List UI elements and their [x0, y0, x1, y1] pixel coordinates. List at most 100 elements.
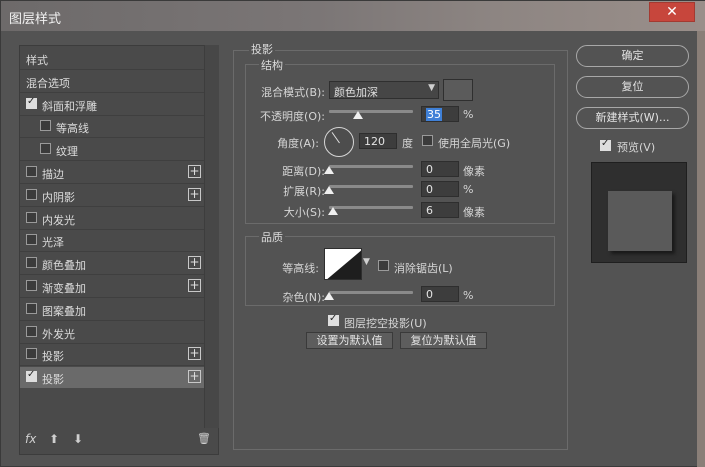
- distance-slider-thumb[interactable]: [324, 166, 334, 174]
- style-item-label: 内阴影: [42, 190, 75, 204]
- antialias-checkbox[interactable]: [378, 260, 389, 271]
- style-item-checkbox[interactable]: [26, 211, 37, 223]
- style-item-label: 纹理: [56, 145, 78, 159]
- style-list-item[interactable]: 外发光: [20, 322, 204, 343]
- contour-preview[interactable]: [324, 248, 362, 280]
- spread-slider[interactable]: [329, 185, 413, 188]
- style-item-checkbox[interactable]: [26, 188, 37, 200]
- style-list-item[interactable]: 投影 +: [20, 367, 204, 389]
- spread-input[interactable]: 0: [421, 181, 459, 197]
- move-up-icon[interactable]: ⬆: [49, 432, 59, 446]
- distance-label: 距离(D):: [282, 165, 325, 178]
- angle-dial[interactable]: [324, 127, 354, 157]
- style-item-checkbox[interactable]: [40, 120, 51, 132]
- noise-slider[interactable]: [329, 291, 413, 294]
- add-effect-icon[interactable]: +: [188, 347, 201, 361]
- size-slider[interactable]: [329, 206, 413, 209]
- antialias-label: 消除锯齿(L): [394, 262, 453, 275]
- opacity-slider[interactable]: [329, 110, 413, 113]
- add-effect-icon[interactable]: +: [188, 256, 201, 270]
- new-style-button[interactable]: 新建样式(W)...: [576, 107, 689, 129]
- style-list-toolbar: fx ⬆ ⬇ 🗑: [19, 429, 219, 453]
- style-list-item[interactable]: 投影 +: [20, 344, 204, 365]
- angle-value: 120: [364, 135, 385, 148]
- contour-label: 等高线:: [282, 262, 319, 275]
- style-item-checkbox[interactable]: [26, 234, 37, 246]
- style-item-checkbox[interactable]: [26, 280, 37, 291]
- add-effect-icon[interactable]: +: [188, 370, 201, 384]
- style-list-item[interactable]: 描边 +: [20, 162, 204, 183]
- size-input[interactable]: 6: [421, 202, 459, 218]
- trash-icon[interactable]: 🗑: [197, 432, 211, 445]
- style-list-scrollbar[interactable]: [204, 45, 219, 428]
- style-item-label: 外发光: [42, 327, 75, 341]
- distance-slider[interactable]: [329, 165, 413, 168]
- spread-slider-thumb[interactable]: [324, 186, 334, 194]
- add-effect-icon[interactable]: +: [188, 279, 201, 292]
- style-list-item[interactable]: 混合选项: [20, 71, 204, 92]
- style-item-checkbox[interactable]: [26, 302, 37, 314]
- style-item-checkbox[interactable]: [40, 143, 51, 155]
- style-list-item[interactable]: 内阴影 +: [20, 185, 204, 206]
- opacity-input[interactable]: 35: [421, 106, 459, 122]
- angle-unit: 度: [402, 137, 413, 150]
- style-list-item[interactable]: 光泽: [20, 230, 204, 251]
- style-item-label: 投影: [42, 350, 64, 364]
- style-item-checkbox[interactable]: [26, 257, 37, 269]
- style-item-checkbox[interactable]: [26, 369, 37, 383]
- fx-icon[interactable]: fx: [25, 432, 36, 446]
- style-item-label: 斜面和浮雕: [42, 99, 97, 113]
- layer-style-dialog: 图层样式 ✕ 样式混合选项斜面和浮雕等高线纹理描边 + 内阴影 + 内发光光泽颜色叠加 +…: [0, 0, 705, 467]
- style-item-checkbox[interactable]: [26, 325, 37, 337]
- close-button[interactable]: ✕: [649, 2, 695, 22]
- reset-default-button[interactable]: 复位为默认值: [400, 332, 487, 349]
- style-list-item[interactable]: 样式: [20, 48, 204, 69]
- style-item-label: 颜色叠加: [42, 259, 86, 273]
- noise-input[interactable]: 0: [421, 286, 459, 302]
- dialog-title: 图层样式: [9, 12, 62, 27]
- title-bar[interactable]: 图层样式 ✕: [1, 1, 705, 31]
- style-preview: [591, 162, 687, 263]
- noise-label: 杂色(N):: [282, 291, 325, 304]
- distance-input[interactable]: 0: [421, 161, 459, 177]
- style-item-label: 样式: [26, 54, 48, 67]
- style-list-item[interactable]: 内发光: [20, 208, 204, 229]
- noise-value: 0: [426, 288, 433, 301]
- contour-dropdown-icon[interactable]: ▼: [363, 257, 370, 267]
- add-effect-icon[interactable]: +: [188, 165, 201, 178]
- global-light-label: 使用全局光(G): [438, 137, 511, 150]
- style-item-checkbox[interactable]: [26, 166, 37, 177]
- ok-button[interactable]: 确定: [576, 45, 689, 67]
- style-item-checkbox[interactable]: [26, 96, 37, 109]
- style-list-item[interactable]: 图案叠加: [20, 299, 204, 320]
- style-list-item[interactable]: 渐变叠加 +: [20, 276, 204, 297]
- style-item-label: 渐变叠加: [42, 282, 86, 295]
- preview-checkbox[interactable]: [600, 138, 611, 151]
- style-list-item[interactable]: 颜色叠加 +: [20, 253, 204, 274]
- knockout-checkbox[interactable]: [328, 313, 339, 326]
- spread-value: 0: [426, 183, 433, 196]
- contour-curve-icon: [327, 250, 361, 279]
- opacity-slider-thumb[interactable]: [353, 111, 364, 119]
- opacity-unit: %: [463, 108, 474, 121]
- angle-input[interactable]: 120: [359, 133, 397, 149]
- reset-button[interactable]: 复位: [576, 76, 689, 98]
- style-list-item[interactable]: 纹理: [20, 139, 204, 160]
- style-list-item[interactable]: 斜面和浮雕: [20, 94, 204, 115]
- style-item-label: 内发光: [42, 213, 75, 227]
- size-slider-thumb[interactable]: [328, 207, 338, 215]
- global-light-checkbox[interactable]: [422, 135, 433, 146]
- shadow-color-swatch[interactable]: [443, 79, 473, 101]
- quality-title: 品质: [259, 229, 285, 245]
- preview-square: [608, 191, 672, 251]
- style-item-checkbox[interactable]: [26, 348, 37, 360]
- set-default-button[interactable]: 设置为默认值: [306, 332, 393, 349]
- preview-label: 预览(V): [617, 141, 656, 154]
- move-down-icon[interactable]: ⬇: [73, 432, 83, 446]
- add-effect-icon[interactable]: +: [188, 187, 201, 201]
- blend-mode-select[interactable]: 颜色加深 ▼: [329, 81, 439, 99]
- noise-unit: %: [463, 289, 474, 302]
- style-list-item[interactable]: 等高线: [20, 116, 204, 137]
- style-item-label: 等高线: [56, 122, 89, 136]
- noise-slider-thumb[interactable]: [324, 292, 334, 300]
